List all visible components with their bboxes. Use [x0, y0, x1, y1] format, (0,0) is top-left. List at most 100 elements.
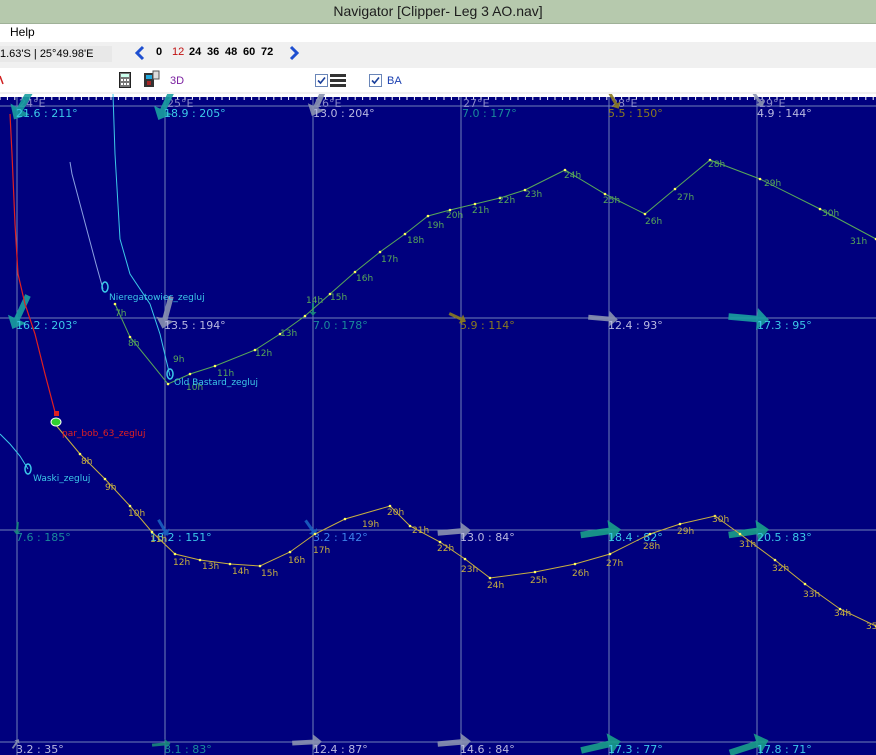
wind-label: 13.0 : 84° [460, 531, 515, 544]
list-icon [330, 74, 346, 87]
route-hour-label: 20h [387, 508, 404, 518]
route-waypoint [128, 335, 132, 339]
wind-label: 14.6 : 84° [460, 743, 515, 755]
coordinate-readout: 1.63'S | 25°49.98'E [0, 46, 112, 62]
route-hour-label: 15h [330, 293, 347, 303]
wind-label: 3.2 : 142° [313, 531, 368, 544]
wind-label: 7.0 : 178° [313, 319, 368, 332]
route-hour-label: 19h [362, 520, 379, 530]
checkmark-icon [317, 76, 326, 85]
previous-step-button[interactable] [133, 45, 147, 61]
route-hour-label: 23h [461, 565, 478, 575]
route-waypoint [408, 524, 412, 528]
route-hour-label: 12h [255, 349, 272, 359]
route-hour-label: 27h [606, 559, 623, 569]
route-hour-label: 8h [128, 339, 139, 349]
wind-label: 16.2 : 203° [16, 319, 78, 332]
route-hour-label: 31h [850, 237, 867, 247]
route-waypoint [473, 202, 477, 206]
wind-label: 5.9 : 114° [460, 319, 515, 332]
route-hour-label: 22h [437, 544, 454, 554]
route-hour-label: 28h [708, 160, 725, 170]
ba-label: BA [387, 75, 402, 87]
route-waypoint [678, 522, 682, 526]
route-hour-label: 19h [427, 221, 444, 231]
route-waypoint [166, 382, 170, 386]
route-hour-label: 20h [446, 211, 463, 221]
menu-help[interactable]: Help [8, 25, 37, 39]
route-hour-label: 16h [356, 274, 373, 284]
ba-checkbox[interactable] [369, 74, 382, 87]
sea-background [0, 94, 876, 755]
route-hour-label: 29h [764, 179, 781, 189]
route-waypoint [603, 192, 607, 196]
route-hour-label: 35 [866, 622, 876, 632]
wind-label: 3.2 : 35° [16, 743, 64, 755]
route-hour-label: 31h [739, 540, 756, 550]
wind-label: 17.8 : 71° [757, 743, 812, 755]
route-hour-label: 34h [834, 609, 851, 619]
checkmark-icon [371, 76, 380, 85]
wind-label: 20.5 : 83° [757, 531, 812, 544]
route-hour-label: 33h [803, 590, 820, 600]
wind-label: 18.9 : 205° [164, 107, 226, 120]
time-step-72[interactable]: 72 [261, 46, 273, 58]
wind-label: 13.5 : 194° [164, 319, 226, 332]
route-hour-label: 25h [603, 196, 620, 206]
wind-label: 4.9 : 144° [757, 107, 812, 120]
route-waypoint [438, 540, 442, 544]
route-waypoint [313, 532, 317, 536]
boat-flag-icon [54, 411, 59, 416]
time-step-36[interactable]: 36 [207, 46, 219, 58]
next-step-button[interactable] [287, 45, 301, 61]
route-hour-label: 30h [822, 209, 839, 219]
route-hour-label: 14h [306, 296, 323, 306]
wind-label: 7.6 : 185° [16, 531, 71, 544]
view-3d-button[interactable]: 3D [170, 75, 184, 87]
route-waypoint [378, 250, 382, 254]
map-canvas[interactable]: 24°E 25°E 26°E 27°E 28°E 29°E21.6 : 211° 18.9 … [0, 94, 876, 755]
route-hour-label: 17h [381, 255, 398, 265]
wind-label: 8.1 : 83° [164, 743, 212, 755]
time-step-60[interactable]: 60 [243, 46, 255, 58]
route-hour-label: 8h [81, 457, 92, 467]
route-hour-label: 9h [173, 355, 184, 365]
calculator-button[interactable] [119, 72, 131, 88]
route-hour-label: 27h [677, 193, 694, 203]
time-step-24[interactable]: 24 [189, 46, 201, 58]
route-waypoint [113, 302, 117, 306]
time-step-0[interactable]: 0 [156, 46, 162, 58]
route-waypoint [758, 177, 762, 181]
route-waypoint [343, 517, 347, 521]
route-hour-label: 15h [261, 569, 278, 579]
route-hour-label: 29h [677, 527, 694, 537]
chevron-left-icon [134, 45, 145, 61]
route-waypoint [738, 532, 742, 536]
wind-label: 7.0 : 177° [462, 107, 517, 120]
route-hour-label: 21h [472, 206, 489, 216]
time-step-48[interactable]: 48 [225, 46, 237, 58]
boat-name-label: Waski_zegluj [33, 474, 90, 484]
boat-name-label: Old Bastard_zegluj [174, 378, 258, 388]
computer-download-icon [144, 70, 160, 87]
route-waypoint [303, 314, 307, 318]
time-step-12[interactable]: 12 [172, 46, 184, 58]
route-waypoint [463, 557, 467, 561]
route-waypoint [673, 187, 677, 191]
route-waypoint [150, 530, 154, 534]
route-waypoint [818, 207, 822, 211]
route-hour-label: 17h [313, 546, 330, 556]
route-waypoint [803, 582, 807, 586]
time-toolbar: 1.63'S | 25°49.98'E 0 12 24 36 48 60 72 [0, 42, 876, 66]
route-hour-label: 26h [572, 569, 589, 579]
navigation-map[interactable]: 24°E 25°E 26°E 27°E 28°E 29°E 21.6 : 211° 18.9 … [0, 94, 876, 755]
route-waypoint [426, 214, 430, 218]
route-waypoint [648, 532, 652, 536]
layers-button[interactable] [330, 73, 346, 87]
route-waypoint [258, 564, 262, 568]
grib-download-button[interactable] [142, 70, 160, 90]
wind-label: 17.3 : 77° [608, 743, 663, 755]
route-waypoint [773, 558, 777, 562]
layers-checkbox[interactable] [315, 74, 328, 87]
wind-label: 5.5 : 150° [608, 107, 663, 120]
